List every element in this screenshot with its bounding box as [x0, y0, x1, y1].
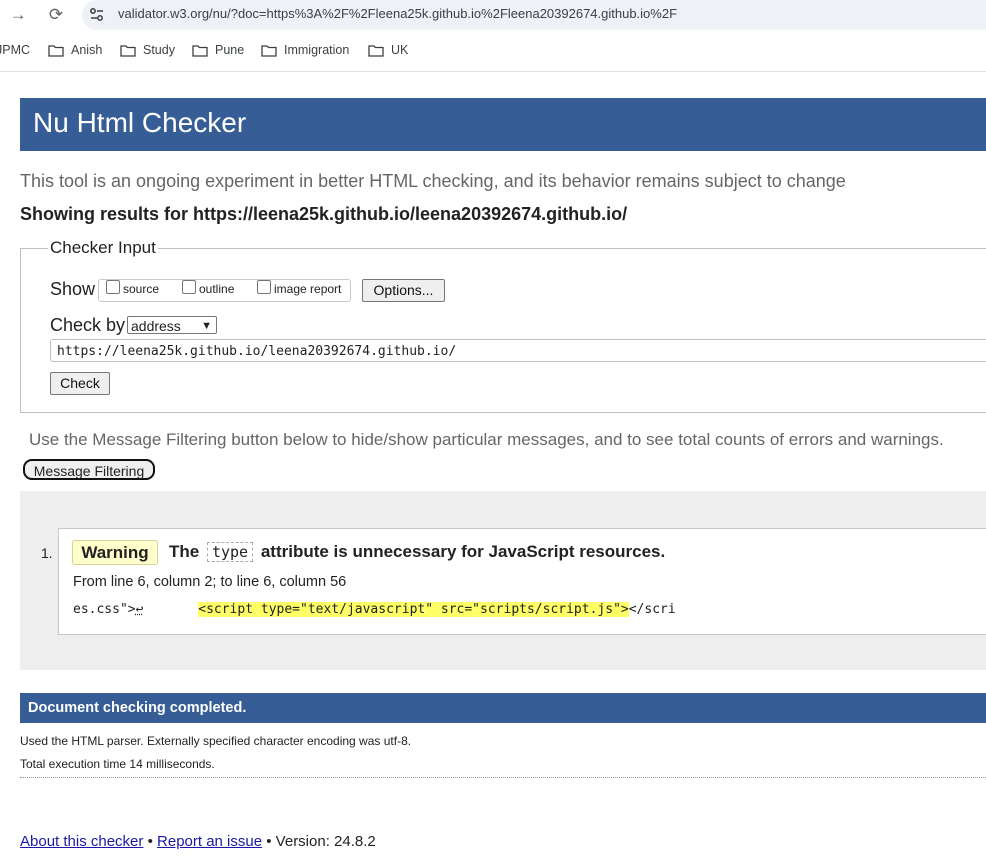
message-code: type: [206, 542, 254, 562]
bookmark-folder-pune[interactable]: Pune: [192, 43, 244, 57]
url-text: validator.w3.org/nu/?doc=https%3A%2F%2Fl…: [118, 6, 678, 21]
report-issue-link[interactable]: Report an issue: [157, 833, 262, 850]
version-text: • Version: 24.8.2: [266, 833, 376, 850]
folder-icon: [48, 45, 64, 57]
bookmark-folder-study[interactable]: Study: [120, 43, 175, 57]
check-by-value: address: [131, 318, 181, 334]
execution-time: Total execution time 14 milliseconds.: [20, 757, 215, 771]
completion-text: Document checking completed.: [28, 700, 247, 716]
tagline: This tool is an ongoing experiment in be…: [20, 171, 846, 191]
message-text-before: The: [169, 542, 200, 561]
checkbox-label: image report: [274, 282, 342, 296]
image-report-checkbox[interactable]: image report: [257, 280, 341, 296]
bookmark-folder-uk[interactable]: UK: [368, 43, 408, 57]
outline-checkbox[interactable]: outline: [182, 280, 234, 296]
folder-icon: [192, 45, 208, 57]
message-number: 1.: [41, 545, 53, 561]
folder-icon: [261, 45, 277, 57]
chevron-down-icon: ▼: [201, 320, 212, 332]
reload-icon[interactable]: ⟳: [44, 4, 68, 26]
filtering-note: Use the Message Filtering button below t…: [29, 430, 944, 449]
source-checkbox[interactable]: source: [106, 280, 159, 296]
footer: About this checker • Report an issue • V…: [20, 833, 376, 850]
divider: [20, 777, 986, 778]
check-by-label: Check by: [50, 315, 126, 335]
address-bar[interactable]: validator.w3.org/nu/?doc=https%3A%2F%2Fl…: [82, 0, 986, 30]
about-link[interactable]: About this checker: [20, 833, 143, 850]
message-extract: es.css">↩ <script type="text/javascript"…: [73, 602, 676, 617]
bookmark-label: Study: [143, 43, 175, 57]
forward-icon[interactable]: →: [6, 4, 30, 26]
message-location[interactable]: From line 6, column 2; to line 6, column…: [73, 574, 346, 590]
footer-separator: •: [147, 833, 153, 850]
document-url-input[interactable]: https://leena25k.github.io/leena20392674…: [50, 339, 986, 362]
bookmark-label: Immigration: [284, 43, 350, 57]
extract-after: </scri: [628, 602, 676, 617]
bookmarks-bar: JPMC Anish Study Pune Immigration UK: [0, 38, 986, 64]
show-label: Show: [50, 279, 96, 299]
bookmark-label: Anish: [71, 43, 103, 57]
warning-badge: Warning: [72, 540, 158, 565]
checker-input-legend: Checker Input: [48, 238, 158, 258]
browser-toolbar: → ⟳ validator.w3.org/nu/?doc=https%3A%2F…: [0, 0, 986, 32]
bookmark-label: Pune: [215, 43, 245, 57]
chrome-divider: [0, 71, 986, 72]
checkbox-label: source: [123, 282, 160, 296]
options-button[interactable]: Options...: [362, 279, 445, 302]
completion-banner: Document checking completed.: [20, 693, 986, 723]
bookmark-label: JPMC: [0, 43, 31, 57]
parser-info: Used the HTML parser. Externally specifi…: [20, 734, 412, 748]
folder-icon: [368, 45, 384, 57]
site-settings-icon[interactable]: [88, 6, 106, 24]
bookmark-label: UK: [391, 43, 409, 57]
checkbox-box[interactable]: [257, 280, 271, 294]
bookmark-folder-immigration[interactable]: Immigration: [261, 43, 349, 57]
page-header: Nu Html Checker: [20, 98, 986, 151]
bookmark-jpmc[interactable]: JPMC: [0, 43, 30, 57]
checkbox-box[interactable]: [182, 280, 196, 294]
folder-icon: [120, 45, 136, 57]
page-title: Nu Html Checker: [33, 107, 247, 138]
check-button[interactable]: Check: [50, 372, 110, 395]
extract-highlight: <script type="text/javascript" src="scri…: [198, 602, 629, 617]
checkbox-label: outline: [199, 282, 235, 296]
message-text: The type attribute is unnecessary for Ja…: [169, 542, 665, 562]
checkbox-box[interactable]: [106, 280, 120, 294]
extract-before: es.css">: [73, 602, 136, 617]
message-filtering-button[interactable]: Message Filtering: [23, 459, 155, 480]
line-feed-icon: ↩: [135, 602, 144, 617]
message-text-after: attribute is unnecessary for JavaScript …: [260, 542, 666, 561]
bookmark-folder-anish[interactable]: Anish: [48, 43, 102, 57]
showing-results-heading: Showing results for https://leena25k.git…: [20, 204, 628, 224]
check-by-select[interactable]: address ▼: [127, 316, 217, 334]
